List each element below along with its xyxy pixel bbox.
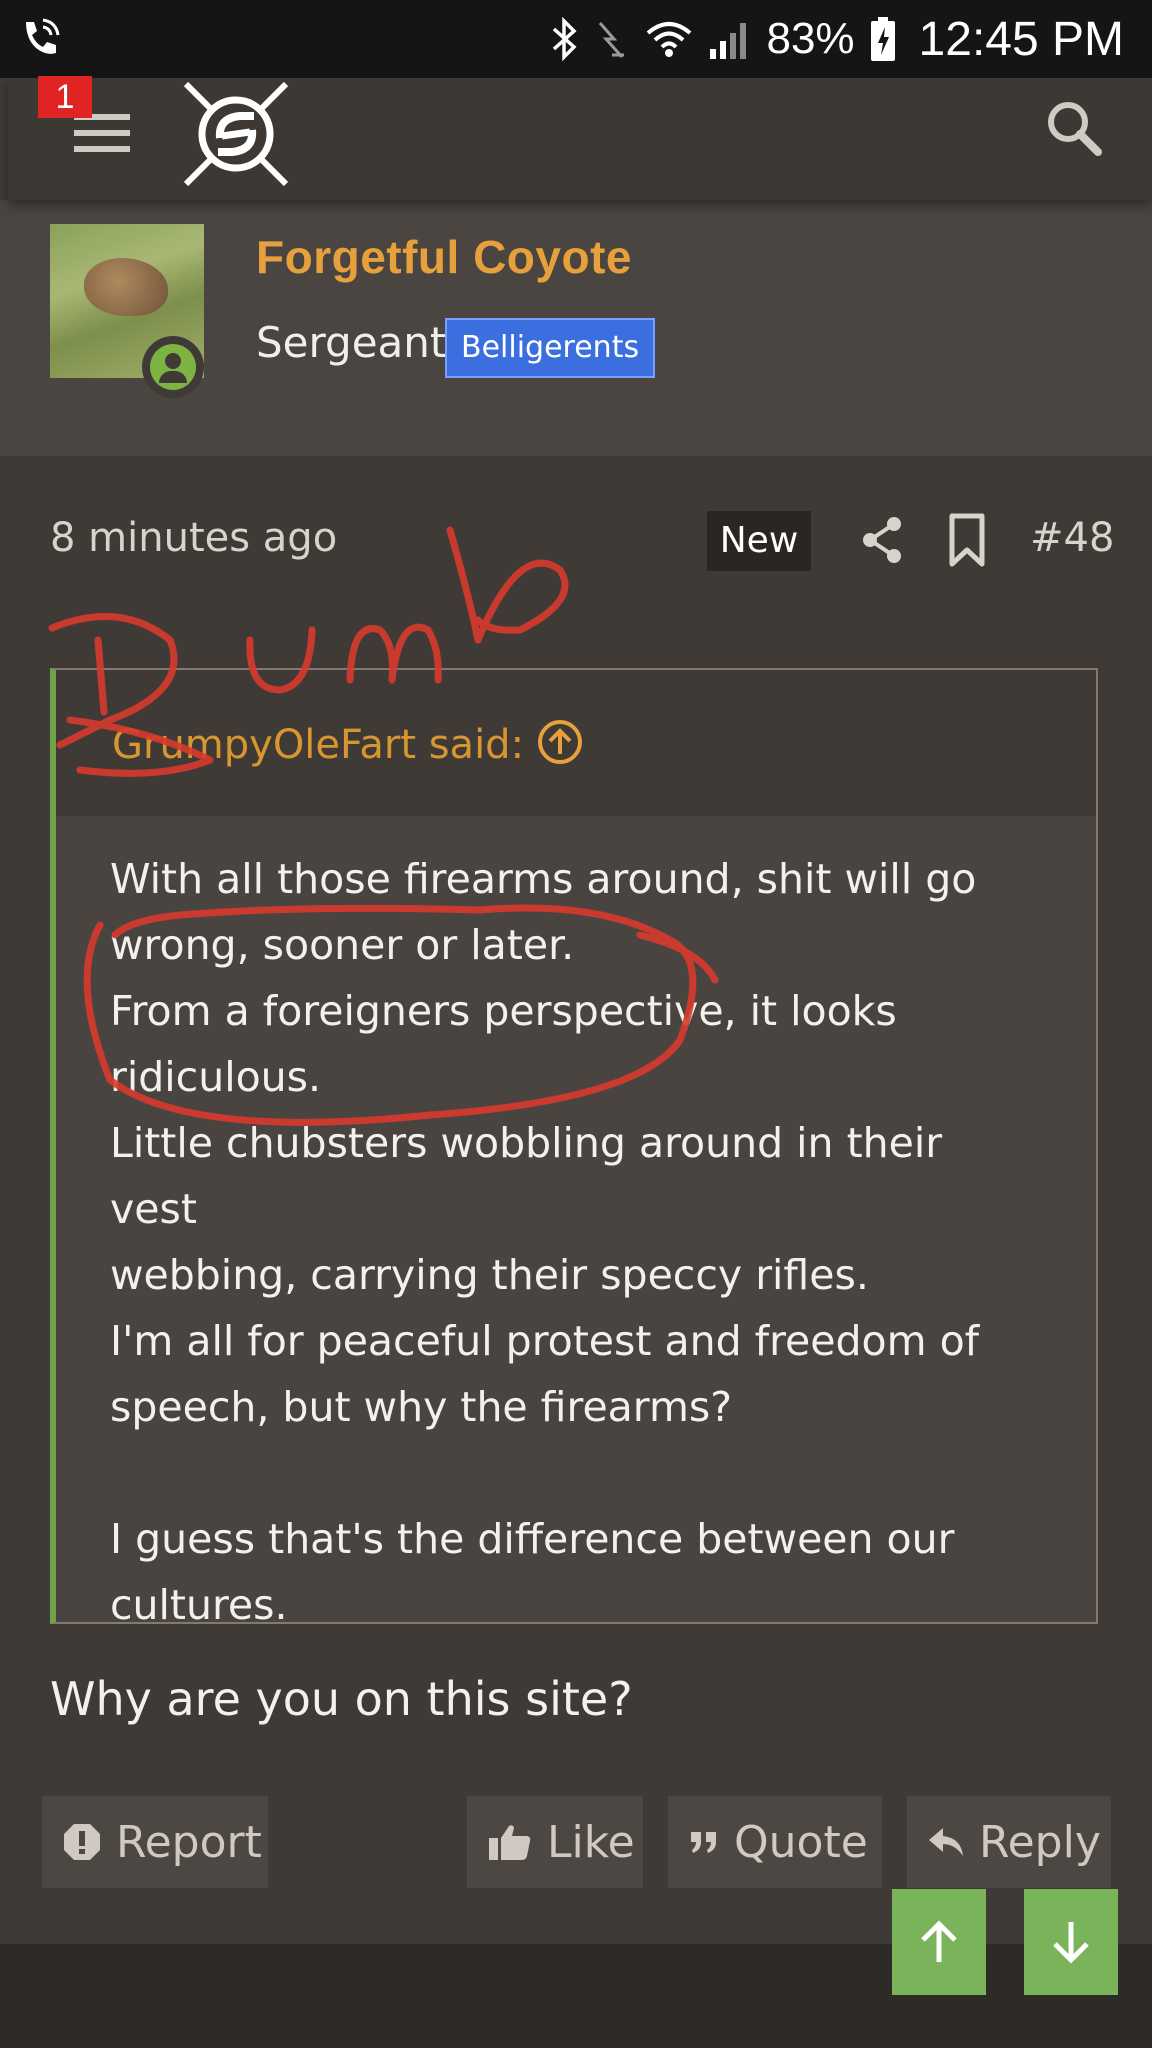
quote-line: webbing, carrying their speccy rifles.: [110, 1251, 869, 1299]
share-icon[interactable]: [858, 512, 906, 568]
bookmark-icon[interactable]: [944, 512, 990, 568]
quote-button[interactable]: Quote: [668, 1796, 882, 1888]
status-bar: 83% 12:45 PM: [0, 0, 1152, 78]
signal-icon: [710, 23, 747, 59]
report-label: Report: [116, 1816, 262, 1868]
report-icon: [64, 1824, 100, 1860]
battery-percent: 83%: [766, 14, 855, 63]
group-badge: Belligerents: [445, 318, 656, 378]
online-status-icon: [142, 336, 204, 398]
battery-charging-icon: [870, 17, 895, 61]
scroll-down-button[interactable]: [1024, 1889, 1118, 1995]
like-button[interactable]: Like: [467, 1796, 643, 1888]
username[interactable]: Forgetful Coyote: [256, 230, 632, 284]
report-button[interactable]: Report: [42, 1796, 268, 1888]
quote-line: I guess that's the difference between ou…: [110, 1515, 955, 1563]
notification-badge: 1: [38, 76, 92, 118]
post-author-block: Forgetful Coyote Sergeant Belligerents: [0, 200, 1152, 456]
quote-line: speech, but why the firearms?: [110, 1383, 733, 1431]
quote-line: With all those firearms around, shit wil…: [110, 855, 977, 903]
reply-button[interactable]: Reply: [907, 1796, 1111, 1888]
quote-content: With all those firearms around, shit wil…: [56, 816, 1096, 1638]
site-logo[interactable]: [178, 78, 294, 190]
quote-icon: [691, 1832, 716, 1853]
bluetooth-icon: [553, 16, 578, 62]
quote-header: GrumpyOleFart said:: [56, 670, 1096, 816]
app-bar: 1: [8, 76, 1152, 200]
like-label: Like: [547, 1816, 635, 1868]
scroll-up-button[interactable]: [892, 1889, 986, 1995]
thumbs-up-icon: [489, 1825, 531, 1860]
quote-line: ridiculous.: [110, 1053, 322, 1101]
post-timestamp[interactable]: 8 minutes ago: [50, 515, 337, 561]
user-rank: Sergeant: [256, 318, 447, 367]
quote-line: wrong, sooner or later.: [110, 921, 575, 969]
jump-to-quote-icon[interactable]: [536, 718, 584, 766]
quote-label: Quote: [734, 1816, 868, 1868]
wifi-icon: [647, 22, 692, 57]
data-saver-icon: [599, 22, 625, 58]
clock: 12:45 PM: [918, 12, 1124, 66]
arrow-down-icon: [1053, 1922, 1089, 1964]
post-message: Why are you on this site?: [50, 1672, 633, 1726]
quote-line: I'm all for peaceful protest and freedom…: [110, 1317, 980, 1365]
reply-icon: [929, 1828, 963, 1856]
menu-icon[interactable]: [74, 114, 130, 160]
post-number-link[interactable]: #48: [1030, 515, 1114, 561]
quote-block: GrumpyOleFart said: With all those firea…: [50, 668, 1098, 1629]
new-badge: New: [707, 511, 811, 571]
phone-call-icon: [26, 18, 60, 54]
quote-line: From a foreigners perspective, it looks: [110, 987, 897, 1035]
arrow-up-icon: [921, 1920, 957, 1962]
reply-label: Reply: [979, 1816, 1101, 1868]
search-icon[interactable]: [1040, 94, 1110, 164]
quote-line: Little chubsters wobbling around in thei…: [110, 1119, 943, 1233]
quote-author-link[interactable]: GrumpyOleFart said:: [112, 722, 524, 768]
quote-line: cultures.: [110, 1581, 288, 1629]
